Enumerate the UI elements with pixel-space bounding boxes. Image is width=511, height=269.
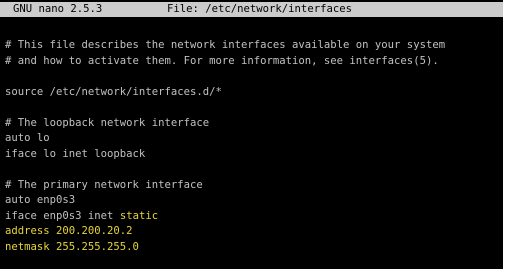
editor-buffer[interactable]: # This file describes the network interf… [0,38,507,255]
buffer-line: auto lo [5,132,50,144]
buffer-line: # This file describes the network interf… [5,39,446,51]
buffer-line: auto enp0s3 [5,194,76,206]
static-keyword: static [119,209,159,222]
iface-statement: iface enp0s3 inet [5,209,120,222]
buffer-line-address: address 200.200.20.2 [5,225,133,237]
nano-title-bar: GNU nano 2.5.3 File: /etc/network/interf… [0,2,507,17]
buffer-line [0,69,507,85]
buffer-line-netmask: netmask 255.255.255.0 [5,240,139,253]
buffer-line: # The primary network interface [5,178,203,191]
buffer-line: # The loopback network interface [5,116,210,129]
buffer-line [0,162,507,178]
buffer-line [0,100,507,116]
buffer-line-iface-static: iface enp0s3 inet static [0,209,507,225]
terminal-window[interactable]: GNU nano 2.5.3 File: /etc/network/interf… [0,0,507,269]
buffer-line: # and how to activate them. For more inf… [5,54,439,67]
file-name-label: File: /etc/network/interfaces [167,3,352,15]
nano-version: GNU nano 2.5.3 [13,3,103,15]
window-edge [503,0,507,269]
buffer-line: iface lo inet loopback [5,147,146,160]
buffer-line: source /etc/network/interfaces.d/* [5,85,222,98]
